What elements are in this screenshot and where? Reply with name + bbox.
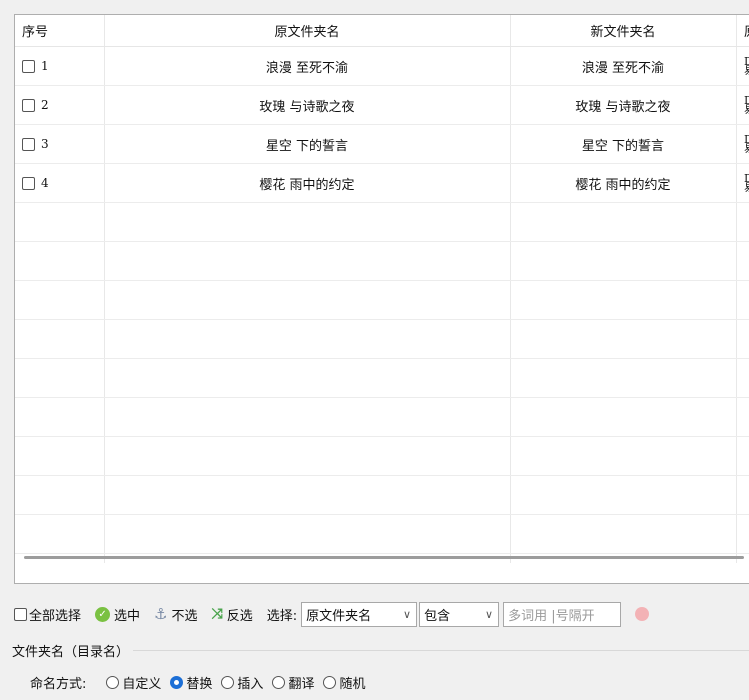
select-all-checkbox[interactable]: 全部选择 [14,605,81,624]
mode-option-label: 替换 [186,677,213,692]
field-select-value: 原文件夹名 [306,608,372,624]
field-select[interactable]: 原文件夹名 ∨ [301,601,418,627]
mode-option-insert[interactable]: 插入 [221,673,263,692]
empty-row [15,476,749,515]
deselect-button[interactable]: ⚓ 不选 [154,605,197,624]
table-row[interactable]: 2 玫瑰 与诗歌之夜 玫瑰 与诗歌之夜 D易 [15,86,749,125]
radio-icon[interactable] [323,676,337,689]
mode-option-translate[interactable]: 翻译 [272,673,314,692]
row-extra: D易 [744,96,749,114]
invert-button-label: 反选 [226,608,253,624]
mode-option-random[interactable]: 随机 [323,673,365,692]
row-new-name: 浪漫 至死不渝 [581,60,665,76]
row-checkbox[interactable] [22,98,35,112]
row-extra: D易 [744,174,749,192]
chevron-down-icon: ∨ [403,607,412,621]
row-new-name: 星空 下的誓言 [581,138,665,154]
header-original-name[interactable]: 原文件夹名 [104,15,510,46]
mode-option-label: 随机 [339,677,366,692]
radio-icon[interactable] [106,676,120,689]
mode-option-label: 翻译 [288,677,315,692]
mode-option-custom[interactable]: 自定义 [106,673,161,692]
shuffle-icon: ⤨ [211,606,223,622]
anchor-icon: ⚓ [154,605,168,623]
empty-row [15,359,749,398]
choose-label: 选择: [266,608,298,624]
mode-option-label: 自定义 [122,677,162,692]
row-extra: D易 [744,135,749,153]
row-original-name: 星空 下的誓言 [265,138,349,154]
header-index[interactable]: 序号 [15,15,104,46]
empty-row [15,242,749,281]
radio-icon[interactable] [272,676,286,689]
row-index: 3 [41,137,49,151]
group-title: 文件夹名（目录名） [8,641,134,660]
header-new-name[interactable]: 新文件夹名 [510,15,736,46]
row-new-name: 樱花 雨中的约定 [575,177,671,193]
checkbox-icon[interactable] [14,607,27,621]
table-row[interactable]: 3 星空 下的誓言 星空 下的誓言 D易 [15,125,749,164]
empty-row [15,320,749,359]
row-original-name: 玫瑰 与诗歌之夜 [259,99,355,115]
match-select-value: 包含 [424,608,451,624]
row-checkbox[interactable] [22,176,35,190]
horizontal-scrollbar[interactable] [24,556,744,559]
row-checkbox[interactable] [22,59,35,73]
radio-icon[interactable] [221,676,235,689]
selection-toolbar: 全部选择 ✓ 选中 ⚓ 不选 ⤨ 反选 选择: 原文件夹名 ∨ 包含 ∨ 多词用… [14,597,749,631]
table-row[interactable]: 1 浪漫 至死不渝 浪漫 至死不渝 D易 [15,47,749,86]
header-extra[interactable]: 原 [736,15,749,46]
select-button[interactable]: ✓ 选中 [95,605,140,624]
row-index: 4 [41,176,49,190]
chevron-down-icon: ∨ [485,607,494,621]
empty-row [15,281,749,320]
empty-row [15,437,749,476]
naming-mode-row: 命名方式: 自定义 替换 插入 翻译 随机 [30,673,374,692]
radio-selected-icon[interactable] [170,676,184,689]
deselect-button-label: 不选 [171,608,198,624]
row-checkbox[interactable] [22,137,35,151]
match-select[interactable]: 包含 ∨ [419,601,500,627]
empty-row [15,515,749,554]
folder-table: 序号 原文件夹名 新文件夹名 原 1 浪漫 至死不渝 浪漫 至死不渝 D易 2 … [14,14,749,584]
naming-mode-label: 命名方式: [30,677,87,692]
row-extra: D易 [744,57,749,75]
mode-option-replace[interactable]: 替换 [170,673,212,692]
empty-row [15,398,749,437]
row-new-name: 玫瑰 与诗歌之夜 [575,99,671,115]
empty-row [15,203,749,242]
row-original-name: 樱花 雨中的约定 [259,177,355,193]
pink-blob-icon[interactable] [635,607,650,621]
row-index: 1 [41,59,49,73]
invert-button[interactable]: ⤨ 反选 [212,605,253,624]
table-row[interactable]: 4 樱花 雨中的约定 樱花 雨中的约定 D易 [15,164,749,203]
row-original-name: 浪漫 至死不渝 [265,60,349,76]
keyword-input[interactable]: 多词用 |号隔开 [503,601,622,627]
check-circle-icon: ✓ [95,606,111,622]
mode-option-label: 插入 [237,677,264,692]
keyword-placeholder: 多词用 |号隔开 [508,608,595,624]
select-button-label: 选中 [114,608,141,624]
select-all-label: 全部选择 [29,608,82,624]
table-header-row: 序号 原文件夹名 新文件夹名 原 [15,15,749,47]
row-index: 2 [41,98,49,112]
